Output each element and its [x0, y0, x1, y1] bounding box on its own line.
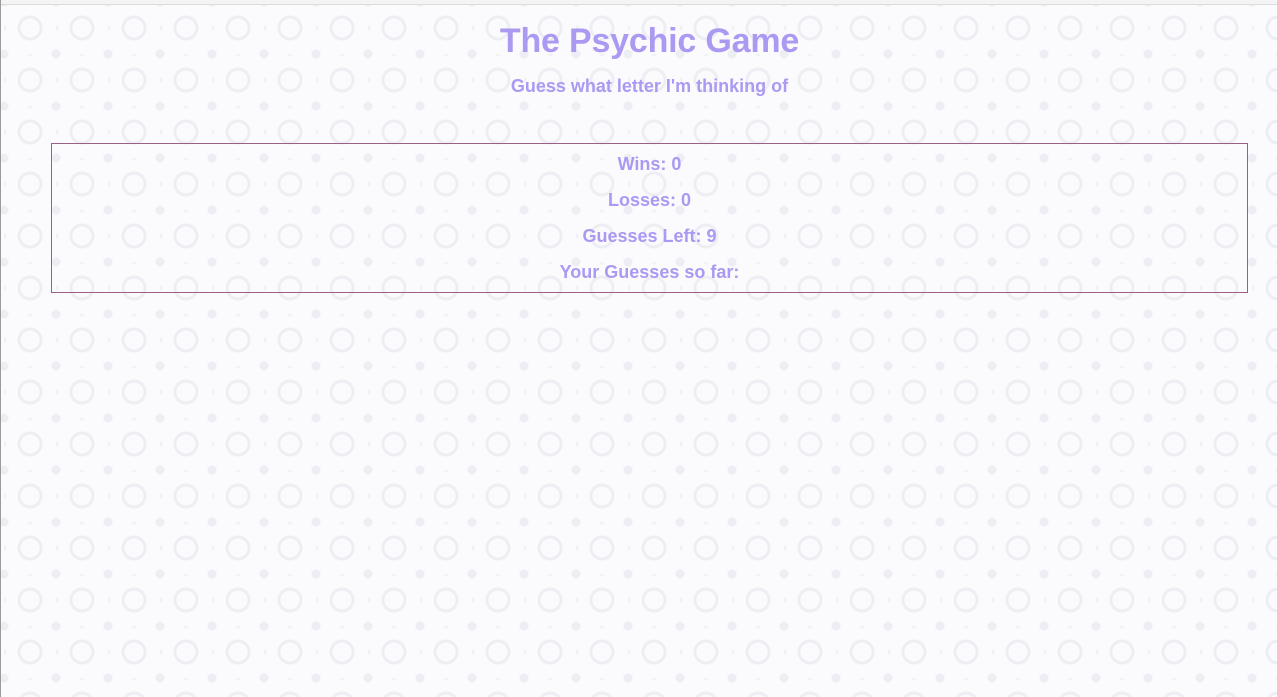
guesses-so-far-label: Your Guesses so far: [559, 262, 740, 282]
game-page: The Psychic Game Guess what letter I'm t… [0, 0, 1277, 697]
guesses-so-far-stat: Your Guesses so far: [52, 262, 1247, 283]
guesses-left-stat: Guesses Left: 9 [52, 226, 1247, 247]
guesses-left-count: 9 [706, 226, 717, 246]
page-subtitle: Guess what letter I'm thinking of [510, 76, 789, 96]
wins-stat: Wins: 0 [52, 154, 1247, 175]
wins-label: Wins: [617, 154, 667, 174]
losses-count: 0 [681, 190, 692, 210]
guesses-left-label: Guesses Left: [582, 226, 702, 246]
page-title: The Psychic Game [499, 22, 800, 60]
losses-label: Losses: [607, 190, 676, 210]
losses-stat: Losses: 0 [52, 190, 1247, 211]
wins-count: 0 [671, 154, 682, 174]
stats-panel: Wins: 0 Losses: 0 Guesses Left: 9 Your G… [51, 143, 1248, 293]
